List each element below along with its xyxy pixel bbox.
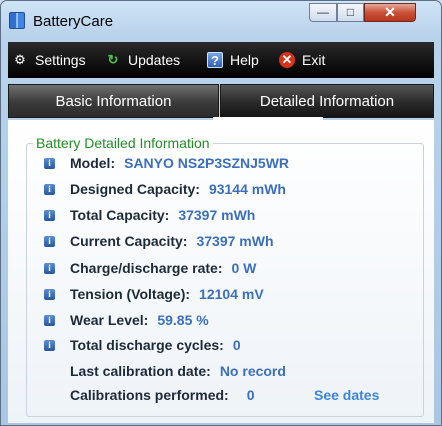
detail-row-designed-capacity: i Designed Capacity: 93144 mWh [44,179,286,199]
detail-label: Charge/discharge rate: [70,260,223,276]
detail-row-model: i Model: SANYO NS2P3SZNJ5WR [44,153,289,173]
detail-row-current-capacity: i Current Capacity: 37397 mWh [44,231,274,251]
info-icon: i [44,314,55,326]
detail-label: Current Capacity: [70,233,188,249]
menu-help-label: Help [230,52,259,68]
calibration-label: Calibrations performed: [70,387,229,403]
menu-exit-label: Exit [302,52,326,68]
detail-value: 12104 mV [199,286,264,302]
refresh-icon: ↻ [107,52,119,67]
detailed-information-panel: Battery Detailed Information i Model: SA… [8,120,434,423]
see-dates-link[interactable]: See dates [314,387,379,403]
menu-updates-label: Updates [128,52,181,68]
detail-label: Tension (Voltage): [70,286,191,302]
calibration-value: No record [219,363,286,379]
menu-updates[interactable]: ↻ Updates [105,42,181,78]
calibration-label: Last calibration date: [70,363,211,379]
detail-row-voltage: i Tension (Voltage): 12104 mV [44,284,264,304]
detail-value: 0 [232,337,241,353]
menu-help[interactable]: ? Help [207,42,259,78]
detail-value: 93144 mWh [208,181,286,197]
exit-icon: ✕ [279,52,295,68]
info-icon: i [44,339,55,351]
battery-app-icon [9,12,25,29]
menu-settings[interactable]: ⚙ Settings [12,42,86,78]
calibration-row-performed: Calibrations performed: 0 [44,385,255,405]
window-title: BatteryCare [33,13,114,30]
help-icon: ? [207,52,223,68]
detail-row-total-capacity: i Total Capacity: 37397 mWh [44,205,255,225]
info-icon: i [44,235,55,247]
info-icon: i [44,183,55,195]
close-button[interactable]: ✕ [364,3,416,22]
minimize-button[interactable]: — [309,3,337,22]
detail-label: Wear Level: [70,312,149,328]
menu-bar: ⚙ Settings ↻ Updates ? Help ✕ Exit [8,42,434,78]
gear-icon: ⚙ [14,52,26,67]
calibration-row-last-date: Last calibration date: No record [44,361,286,381]
info-icon: i [44,157,55,169]
detail-row-discharge-cycles: i Total discharge cycles: 0 [44,335,241,355]
detail-row-wear-level: i Wear Level: 59.85 % [44,310,209,330]
detail-label: Total Capacity: [70,207,170,223]
detail-row-charge-rate: i Charge/discharge rate: 0 W [44,258,256,278]
title-bar[interactable]: BatteryCare — □ ✕ [1,1,441,39]
detail-value: 37397 mWh [178,207,256,223]
info-icon: i [44,209,55,221]
calibration-value: 0 [246,387,255,403]
maximize-button[interactable]: □ [337,3,364,22]
batterycare-window: BatteryCare — □ ✕ ⚙ Settings ↻ Updates ?… [0,0,442,426]
tab-basic-information[interactable]: Basic Information [8,84,219,118]
menu-settings-label: Settings [35,52,86,68]
info-icon: i [44,262,55,274]
detail-value: 37397 mWh [196,233,274,249]
detail-label: Designed Capacity: [70,181,200,197]
menu-exit[interactable]: ✕ Exit [279,42,325,78]
tab-strip: Basic Information Detailed Information [8,84,434,118]
tab-detailed-information[interactable]: Detailed Information [220,84,434,118]
detail-value: 0 W [231,260,257,276]
detail-label: Model: [70,155,116,171]
group-title: Battery Detailed Information [33,135,213,151]
detail-value: 59.85 % [157,312,209,328]
info-icon: i [44,288,55,300]
detail-value: SANYO NS2P3SZNJ5WR [124,155,290,171]
detail-label: Total discharge cycles: [70,337,224,353]
